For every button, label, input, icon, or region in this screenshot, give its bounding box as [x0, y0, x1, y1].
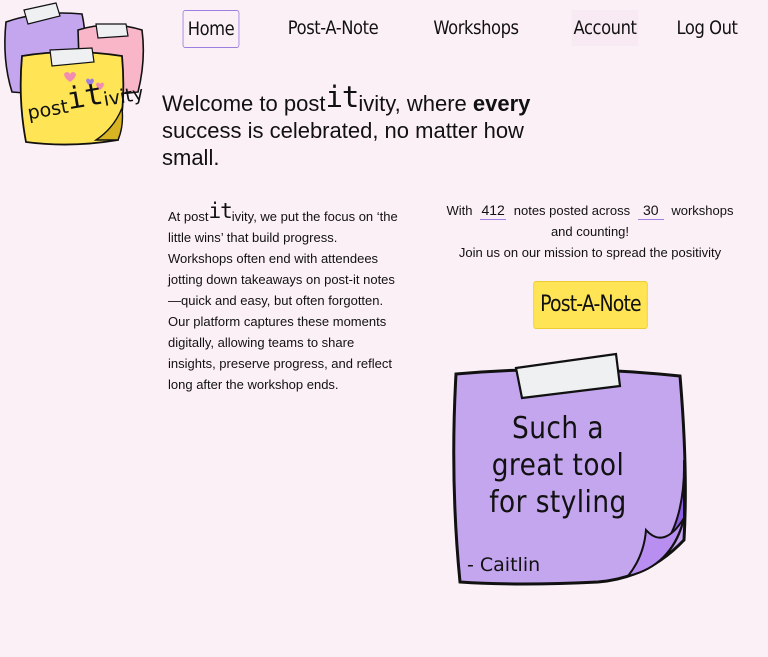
hero-text-c: success is celebrated, no matter how sma… [162, 118, 524, 170]
hero-heading: Welcome to postitivity, where every succ… [162, 83, 542, 171]
hero-it: it [325, 80, 359, 114]
about-it: it [208, 199, 232, 223]
about-text: ivity, we put the focus on ‘the little w… [168, 209, 398, 392]
workshops-count: 30 [637, 201, 664, 220]
stats-with: With [446, 203, 473, 218]
stats-mission: Join us on our mission to spread the pos… [458, 245, 722, 260]
about-paragraph: At postitivity, we put the focus on ‘the… [168, 201, 403, 395]
nav-post-a-note[interactable]: Post-A-Note [284, 10, 382, 46]
nav-account[interactable]: Account [571, 10, 639, 46]
testimonial-quote: Such a great tool for styling [479, 410, 637, 521]
hero-text-a: Welcome to post [162, 91, 326, 116]
hero-text-b: ivity, where [358, 91, 473, 116]
about-prefix: At post [168, 209, 209, 224]
hero-bold-every: every [472, 91, 531, 116]
nav-log-out[interactable]: Log Out [675, 10, 739, 46]
logo-text-it: it [64, 77, 106, 118]
quote-line-1: Such a [512, 411, 604, 446]
stats-block: With 412 notes posted across 30 workshop… [440, 200, 740, 263]
post-a-note-button[interactable]: Post-A-Note [533, 281, 648, 329]
nav-home[interactable]: Home [182, 10, 240, 48]
stats-notes-text: notes posted across [513, 203, 631, 218]
nav-workshops[interactable]: Workshops [429, 10, 524, 46]
quote-line-2: great tool [491, 448, 625, 483]
main-nav: Home Post-A-Note Workshops Account Log O… [0, 10, 768, 50]
testimonial-author: - Caitlin [467, 554, 541, 576]
notes-count: 412 [480, 202, 507, 220]
quote-line-3: for styling [489, 485, 627, 520]
